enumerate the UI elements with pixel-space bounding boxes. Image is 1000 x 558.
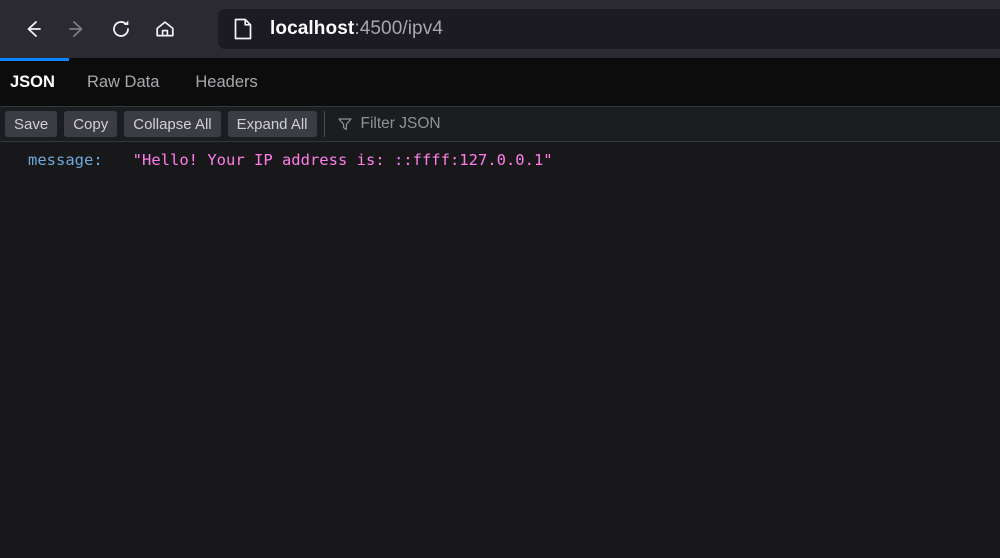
document-icon xyxy=(232,17,254,41)
filter-json-input[interactable]: Filter JSON xyxy=(327,110,1000,138)
collapse-all-button[interactable]: Collapse All xyxy=(124,111,221,137)
tab-raw-data-label: Raw Data xyxy=(86,72,160,91)
json-row[interactable]: message: "Hello! Your IP address is: ::f… xyxy=(0,149,1000,171)
tab-headers-label: Headers xyxy=(195,72,258,91)
url-text: localhost:4500/ipv4 xyxy=(270,18,443,40)
reload-button[interactable] xyxy=(102,10,140,48)
url-host: localhost xyxy=(270,18,355,39)
toolbar-separator xyxy=(323,111,325,137)
url-path: :4500/ipv4 xyxy=(354,18,443,39)
json-toolbar: Save Copy Collapse All Expand All Filter… xyxy=(0,106,1000,142)
back-arrow-icon xyxy=(27,21,41,37)
home-button[interactable] xyxy=(146,10,184,48)
reload-icon xyxy=(113,20,129,37)
tab-raw-data[interactable]: Raw Data xyxy=(69,58,177,106)
save-button[interactable]: Save xyxy=(5,111,58,137)
home-icon xyxy=(156,21,174,37)
tab-json[interactable]: JSON xyxy=(0,58,69,106)
tab-headers[interactable]: Headers xyxy=(177,58,275,106)
expand-all-button[interactable]: Expand All xyxy=(227,111,317,137)
forward-button[interactable] xyxy=(58,10,96,48)
json-content-area: message: "Hello! Your IP address is: ::f… xyxy=(0,142,1000,525)
filter-funnel-icon xyxy=(337,116,353,132)
browser-chrome: localhost:4500/ipv4 xyxy=(0,0,1000,58)
json-value: "Hello! Your IP address is: ::ffff:127.0… xyxy=(132,151,553,169)
filter-json-placeholder: Filter JSON xyxy=(360,115,441,132)
copy-button[interactable]: Copy xyxy=(64,111,118,137)
url-bar[interactable]: localhost:4500/ipv4 xyxy=(218,9,1000,49)
json-key: message xyxy=(28,151,94,169)
json-colon: : xyxy=(93,151,103,169)
json-viewer-tabs: JSON Raw Data Headers xyxy=(0,58,1000,106)
back-button[interactable] xyxy=(14,10,52,48)
forward-arrow-icon xyxy=(69,21,83,37)
tab-json-label: JSON xyxy=(10,72,55,91)
